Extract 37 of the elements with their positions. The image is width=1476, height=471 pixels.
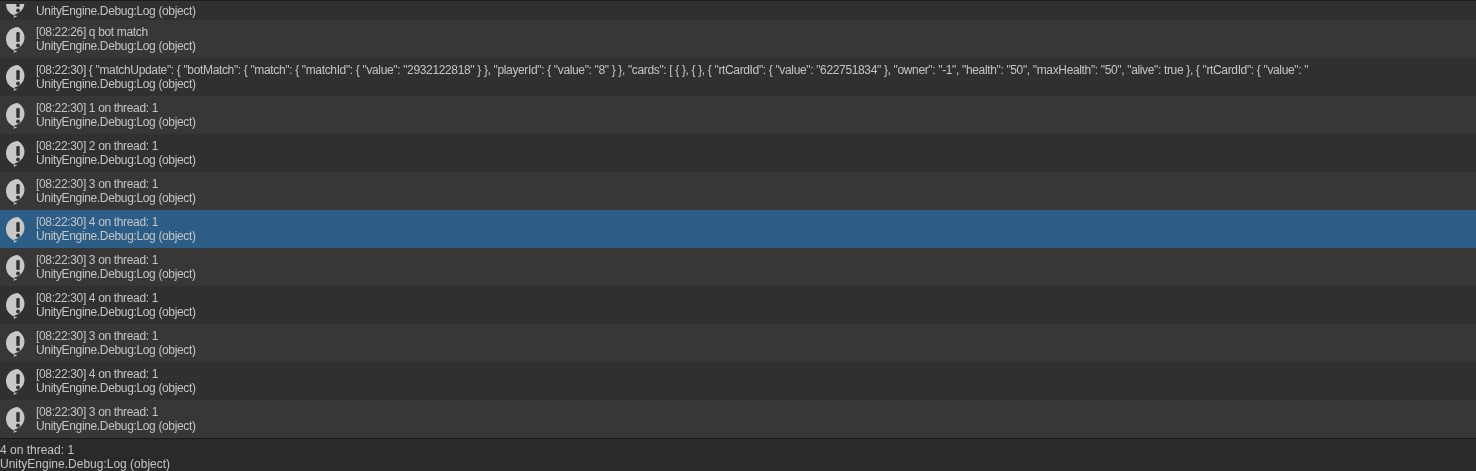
log-message: [08:22:30] 3 on thread: 1: [36, 177, 160, 191]
log-entry[interactable]: UnityEngine.Debug:Log (object): [0, 1, 1476, 20]
log-entry[interactable]: [08:22:30] 3 on thread: 1 UnityEngine.Debug:Log (object): [0, 172, 1476, 210]
log-entry[interactable]: [08:22:30] 4 on thread: 1 UnityEngine.Debug:Log (object): [0, 362, 1476, 400]
log-entry[interactable]: [08:22:30] 3 on thread: 1 UnityEngine.Debug:Log (object): [0, 324, 1476, 362]
detail-text: 4 on thread: 1: [0, 443, 76, 457]
log-entry[interactable]: [0, 58, 1476, 96]
log-message: [08:22:30] 4 on thread: 1: [36, 215, 160, 229]
log-entry[interactable]: [08:22:30] 1 on thread: 1 UnityEngine.Debug:Log (object): [0, 96, 1476, 134]
log-source: UnityEngine.Debug:Log (object): [36, 115, 196, 129]
log-message: [08:22:30] 1 on thread: 1: [36, 101, 160, 115]
log-source: UnityEngine.Debug:Log (object): [36, 4, 196, 18]
log-source: UnityEngine.Debug:Log (object): [36, 267, 196, 281]
log-entry[interactable]: [08:22:26] q bot match UnityEngine.Debug:Log (object): [0, 20, 1476, 58]
log-message: [08:22:30] 3 on thread: 1: [36, 405, 160, 419]
log-message: [08:22:30] 3 on thread: 1: [36, 329, 160, 343]
detail-text: UnityEngine.Debug:Log (object): [0, 457, 172, 471]
log-message: [08:22:30] { "matchUpdate": { "botMatch": { "match": { "matchId": { "value": "2932122818" } }, "playerId": { "value": "8" } }, "cards": [ { }, { }, { "rtCardId": { "value": "622751834" }, "owner": "-1", "health": "50", "maxHealth": "50", "alive": true }, { "rtCardId": { "value": ": [36, 63, 1309, 77]
log-source: UnityEngine.Debug:Log (object): [36, 343, 196, 357]
log-source: UnityEngine.Debug:Log (object): [36, 419, 196, 433]
log-source: UnityEngine.Debug:Log (object): [36, 305, 196, 319]
log-source: UnityEngine.Debug:Log (object): [36, 153, 196, 167]
log-source: UnityEngine.Debug:Log (object): [36, 191, 196, 205]
log-message: [08:22:26] q bot match: [36, 25, 149, 39]
log-entry[interactable]: [08:22:30] 2 on thread: 1 UnityEngine.Debug:Log (object): [0, 134, 1476, 172]
log-message: [08:22:30] 4 on thread: 1: [36, 291, 160, 305]
log-message: [08:22:30] 4 on thread: 1: [36, 367, 160, 381]
log-entry[interactable]: [08:22:30] 3 on thread: 1 UnityEngine.Debug:Log (object): [0, 248, 1476, 286]
log-source: UnityEngine.Debug:Log (object): [36, 229, 196, 243]
log-message: [08:22:30] 2 on thread: 1: [36, 139, 160, 153]
log-source: UnityEngine.Debug:Log (object): [36, 381, 196, 395]
log-entry[interactable]: [08:22:30] 4 on thread: 1 UnityEngine.Debug:Log (object): [0, 210, 1476, 248]
log-entry[interactable]: [08:22:30] 3 on thread: 1 UnityEngine.Debug:Log (object): [0, 400, 1476, 438]
log-message: [08:22:30] 3 on thread: 1: [36, 253, 160, 267]
log-entry[interactable]: [08:22:30] 4 on thread: 1 UnityEngine.Debug:Log (object): [0, 286, 1476, 324]
log-source: UnityEngine.Debug:Log (object): [36, 39, 196, 53]
log-source: UnityEngine.Debug:Log (object): [36, 77, 197, 91]
